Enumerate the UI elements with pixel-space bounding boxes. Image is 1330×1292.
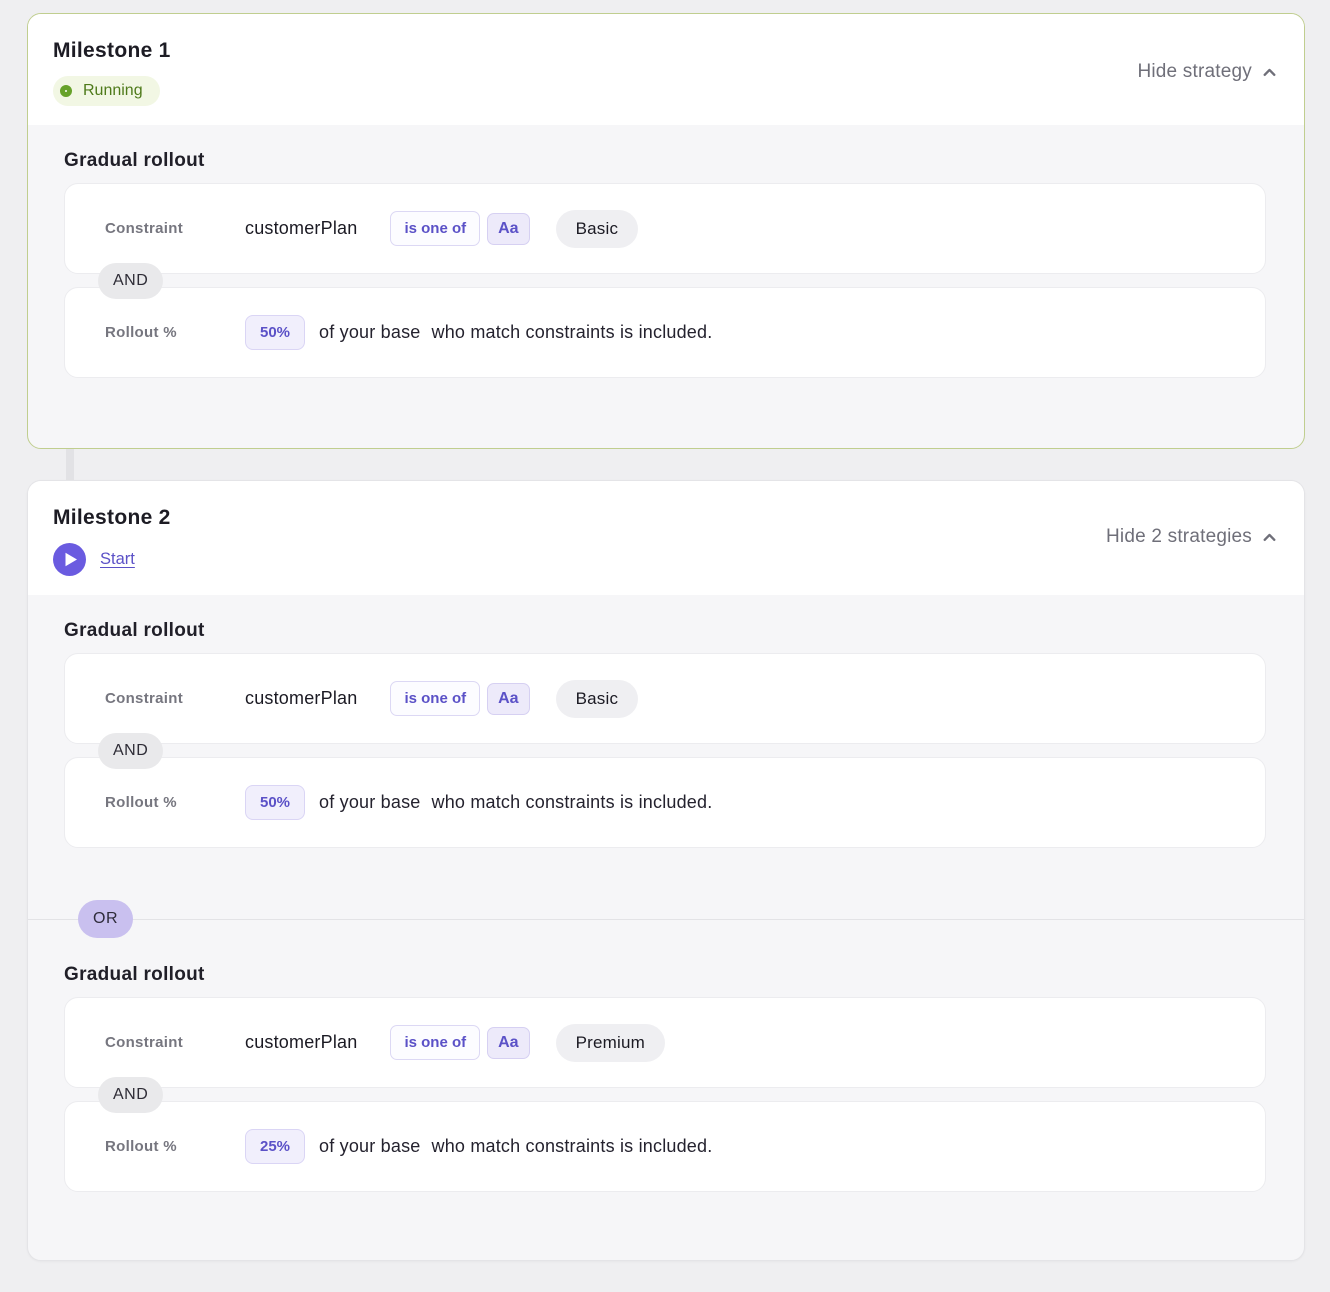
constraint-field-name: customerPlan — [245, 688, 357, 709]
constraint-field-name: customerPlan — [245, 218, 357, 239]
rollout-text-before: of your base — [319, 322, 420, 343]
start-row: Start — [53, 543, 171, 576]
milestone-2-header: Milestone 2 Start Hide 2 strategies — [28, 481, 1304, 595]
chevron-up-icon — [1261, 529, 1278, 546]
or-divider: OR — [28, 900, 1304, 940]
and-connector: AND — [64, 744, 1266, 757]
case-sensitivity-badge: Aa — [487, 683, 529, 715]
rollout-label: Rollout % — [105, 324, 245, 341]
milestone-1-strategies: Gradual rollout Constraint customerPlan … — [28, 125, 1304, 448]
operator-badge: is one of — [390, 211, 480, 246]
strategy-block: Gradual rollout Constraint customerPlan … — [64, 619, 1266, 848]
milestone-2-card: Milestone 2 Start Hide 2 strategies Grad… — [27, 480, 1305, 1261]
rollout-text-after: who match constraints is included. — [432, 322, 713, 343]
constraint-label: Constraint — [105, 1034, 245, 1051]
constraint-row: Constraint customerPlan is one of Aa Bas… — [64, 183, 1266, 274]
rollout-row: Rollout % 50% of your base who match con… — [64, 287, 1266, 378]
running-status-badge: Running — [53, 76, 160, 106]
milestone-1-title: Milestone 1 — [53, 39, 171, 63]
strategy-block: Gradual rollout Constraint customerPlan … — [64, 963, 1266, 1192]
constraint-value-chip: Basic — [556, 680, 639, 718]
running-ring-icon — [60, 85, 72, 97]
constraint-value-chip: Premium — [556, 1024, 665, 1062]
rollout-text-before: of your base — [319, 1136, 420, 1157]
milestone-1-header: Milestone 1 Running Hide strategy — [28, 14, 1304, 125]
rollout-percentage-badge: 25% — [245, 1129, 305, 1164]
running-status-label: Running — [83, 82, 143, 100]
or-divider-line — [28, 919, 1304, 920]
constraint-label: Constraint — [105, 220, 245, 237]
and-connector: AND — [64, 1088, 1266, 1101]
rollout-percentage-badge: 50% — [245, 315, 305, 350]
play-icon — [53, 543, 86, 576]
rollout-text-after: who match constraints is included. — [432, 1136, 713, 1157]
and-pill: AND — [98, 733, 163, 769]
strategy-title: Gradual rollout — [64, 963, 1266, 987]
rollout-label: Rollout % — [105, 794, 245, 811]
milestone-2-header-left: Milestone 2 Start — [53, 506, 171, 576]
constraint-field-name: customerPlan — [245, 1032, 357, 1053]
operator-badge: is one of — [390, 1025, 480, 1060]
milestone-1-card: Milestone 1 Running Hide strategy Gradua… — [27, 13, 1305, 449]
milestone-2-strategies: Gradual rollout Constraint customerPlan … — [28, 595, 1304, 1260]
hide-strategy-toggle[interactable]: Hide strategy — [1137, 61, 1278, 83]
start-milestone-button[interactable] — [53, 543, 86, 576]
rollout-text-after: who match constraints is included. — [432, 792, 713, 813]
rollout-percentage-badge: 50% — [245, 785, 305, 820]
operator-badge: is one of — [390, 681, 480, 716]
milestone-1-header-left: Milestone 1 Running — [53, 39, 171, 106]
release-plan: Milestone 1 Running Hide strategy Gradua… — [27, 13, 1305, 1261]
hide-strategies-toggle[interactable]: Hide 2 strategies — [1106, 526, 1278, 548]
rollout-label: Rollout % — [105, 1138, 245, 1155]
constraint-label: Constraint — [105, 690, 245, 707]
constraint-value-chip: Basic — [556, 210, 639, 248]
case-sensitivity-badge: Aa — [487, 213, 529, 245]
strategy-title: Gradual rollout — [64, 619, 1266, 643]
constraint-row: Constraint customerPlan is one of Aa Pre… — [64, 997, 1266, 1088]
strategy-title: Gradual rollout — [64, 149, 1266, 173]
case-sensitivity-badge: Aa — [487, 1027, 529, 1059]
strategy-block: Gradual rollout Constraint customerPlan … — [64, 149, 1266, 378]
hide-strategy-label: Hide strategy — [1137, 61, 1252, 83]
constraint-row: Constraint customerPlan is one of Aa Bas… — [64, 653, 1266, 744]
or-pill: OR — [78, 900, 133, 938]
rollout-text-before: of your base — [319, 792, 420, 813]
rollout-row: Rollout % 50% of your base who match con… — [64, 757, 1266, 848]
chevron-up-icon — [1261, 64, 1278, 81]
milestone-2-title: Milestone 2 — [53, 506, 171, 530]
start-link[interactable]: Start — [100, 550, 135, 569]
hide-strategies-label: Hide 2 strategies — [1106, 526, 1252, 548]
rollout-row: Rollout % 25% of your base who match con… — [64, 1101, 1266, 1192]
and-pill: AND — [98, 1077, 163, 1113]
milestone-connector-line — [66, 449, 74, 480]
and-connector: AND — [64, 274, 1266, 287]
and-pill: AND — [98, 263, 163, 299]
